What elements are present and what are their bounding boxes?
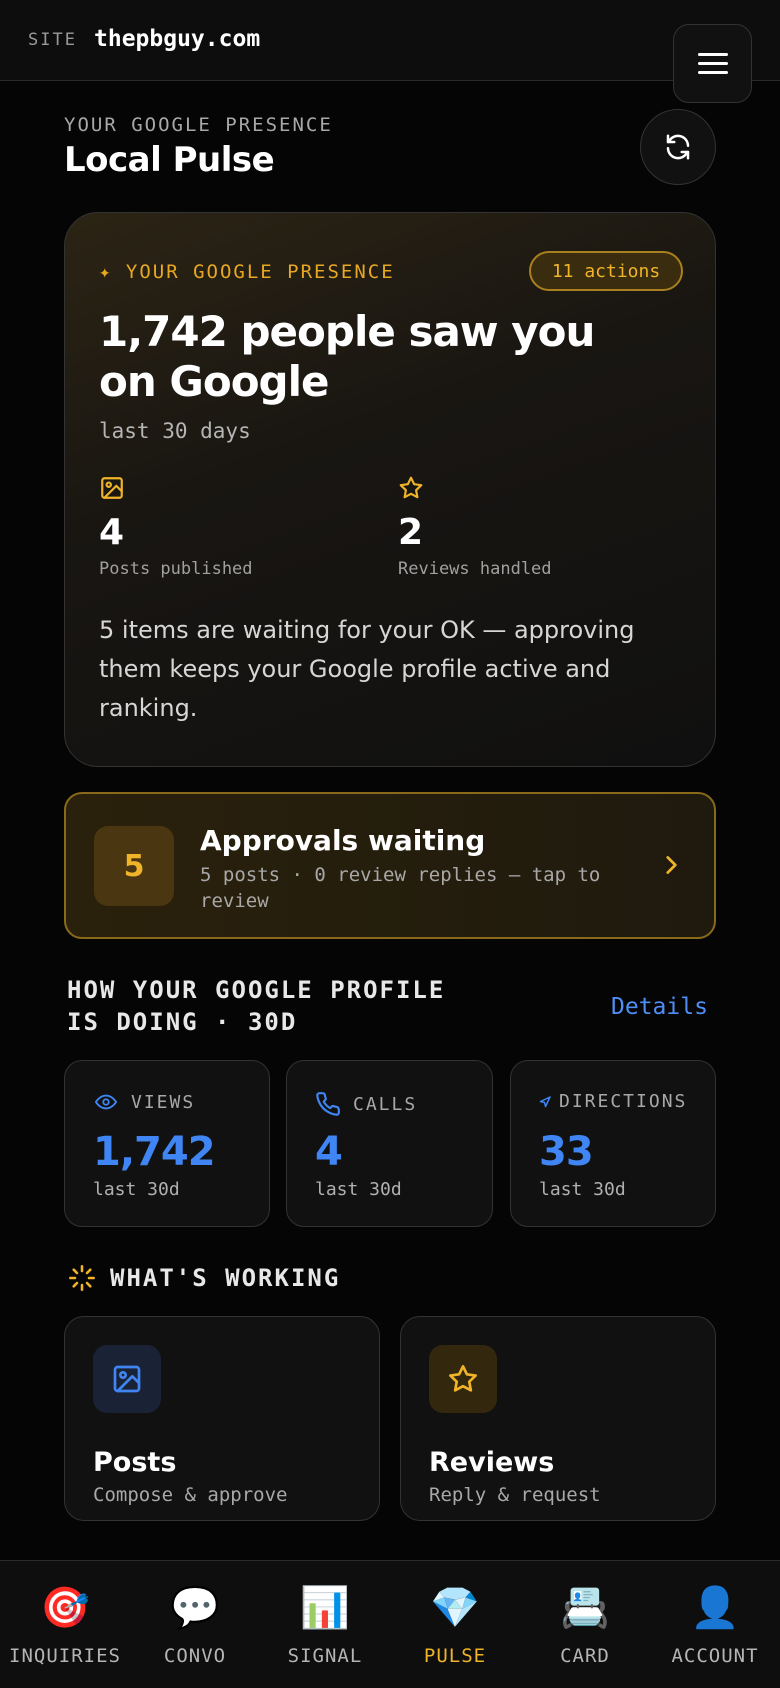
headline: 1,742 people saw you on Google — [99, 307, 595, 406]
whats-working-title: WHAT'S WORKING — [68, 1264, 340, 1292]
approvals-title: Approvals waiting — [200, 824, 486, 857]
nav-item-card[interactable]: 📇 CARD — [520, 1561, 650, 1688]
card-index-icon: 📇 — [560, 1585, 610, 1631]
presence-summary-card: ✦ YOUR GOOGLE PRESENCE 11 actions 1,742 … — [64, 212, 716, 767]
posts-tile[interactable]: Posts Compose & approve — [64, 1316, 380, 1521]
metric-value: 1,742 — [93, 1129, 216, 1175]
stat-label: Posts published — [99, 559, 253, 579]
nav-label: CARD — [560, 1645, 610, 1667]
stat-label: Reviews handled — [398, 559, 552, 579]
gem-icon: 💎 — [430, 1585, 480, 1631]
approvals-description: 5 posts · 0 review replies — tap to revi… — [200, 864, 601, 912]
nav-label: SIGNAL — [287, 1645, 363, 1667]
nav-item-inquiries[interactable]: 🎯 INQUIRIES — [0, 1561, 130, 1688]
chevron-right-icon — [666, 856, 677, 874]
page-title: Local Pulse — [64, 140, 275, 180]
details-link[interactable]: Details — [611, 994, 708, 1020]
metric-period: last 30d — [539, 1179, 626, 1200]
bottom-navigation: 🎯 INQUIRIES 💬 CONVO 📊 SIGNAL 💎 PULSE 📇 C… — [0, 1560, 780, 1688]
reviews-handled-stat: 2 Reviews handled — [398, 475, 552, 579]
speech-bubble-icon: 💬 — [170, 1585, 220, 1631]
reviews-tile[interactable]: Reviews Reply & request — [400, 1316, 716, 1521]
calls-metric-card[interactable]: CALLS 4 last 30d — [286, 1060, 493, 1227]
eye-icon — [95, 1094, 117, 1110]
image-icon — [101, 477, 123, 499]
hamburger-menu-icon — [697, 53, 728, 56]
phone-icon — [316, 1092, 340, 1116]
directions-metric-card[interactable]: DIRECTIONS 33 last 30d — [510, 1060, 716, 1227]
user-silhouette-icon: 👤 — [690, 1585, 740, 1631]
nav-label: INQUIRIES — [9, 1645, 121, 1667]
section-label: WHAT'S WORKING — [110, 1264, 341, 1292]
menu-button[interactable] — [673, 24, 752, 103]
nav-item-pulse[interactable]: 💎 PULSE — [390, 1561, 520, 1688]
actions-badge[interactable]: 11 actions — [529, 251, 683, 291]
site-label: SITE — [28, 30, 77, 50]
views-metric-card[interactable]: VIEWS 1,742 last 30d — [64, 1060, 270, 1227]
sparkle-loader-icon — [69, 1265, 95, 1291]
card-eyebrow: ✦ YOUR GOOGLE PRESENCE — [99, 261, 395, 283]
nav-item-convo[interactable]: 💬 CONVO — [130, 1561, 260, 1688]
metric-value: 33 — [539, 1129, 594, 1175]
refresh-button[interactable] — [640, 109, 716, 185]
site-domain[interactable]: thepbguy.com — [94, 26, 260, 52]
nav-label: ACCOUNT — [671, 1645, 759, 1667]
star-icon — [399, 476, 423, 499]
tile-subtitle: Compose & approve — [93, 1484, 288, 1506]
posts-published-stat: 4 Posts published — [99, 475, 253, 579]
tile-title: Reviews — [429, 1447, 555, 1478]
performance-section-title: HOW YOUR GOOGLE PROFILE IS DOING · 30D — [67, 976, 446, 1036]
image-icon — [113, 1365, 141, 1393]
nav-label: PULSE — [423, 1645, 487, 1667]
refresh-icon — [666, 134, 690, 160]
approvals-waiting-banner[interactable]: 5 Approvals waiting 5 posts · 0 review r… — [64, 792, 716, 939]
metric-label: VIEWS — [131, 1091, 196, 1113]
target-icon: 🎯 — [40, 1585, 90, 1631]
approval-note: 5 items are waiting for your OK — approv… — [99, 616, 635, 722]
top-bar: SITE thepbguy.com — [0, 0, 780, 81]
page-eyebrow: YOUR GOOGLE PRESENCE — [64, 114, 333, 136]
tile-subtitle: Reply & request — [429, 1484, 601, 1506]
stat-value: 2 — [398, 512, 424, 553]
period-subtitle: last 30 days — [99, 419, 251, 443]
metric-value: 4 — [315, 1129, 343, 1175]
nav-label: CONVO — [163, 1645, 227, 1667]
bar-chart-icon: 📊 — [300, 1585, 350, 1631]
nav-item-signal[interactable]: 📊 SIGNAL — [260, 1561, 390, 1688]
metric-label: CALLS — [353, 1093, 418, 1115]
star-icon — [449, 1365, 477, 1392]
metric-label: DIRECTIONS — [559, 1091, 688, 1112]
metric-period: last 30d — [315, 1179, 402, 1200]
navigation-arrow-icon — [539, 1095, 551, 1107]
nav-item-account[interactable]: 👤 ACCOUNT — [650, 1561, 780, 1688]
metric-period: last 30d — [93, 1179, 180, 1200]
stat-value: 4 — [99, 512, 125, 553]
tile-title: Posts — [93, 1447, 177, 1478]
approvals-count: 5 — [94, 826, 174, 906]
